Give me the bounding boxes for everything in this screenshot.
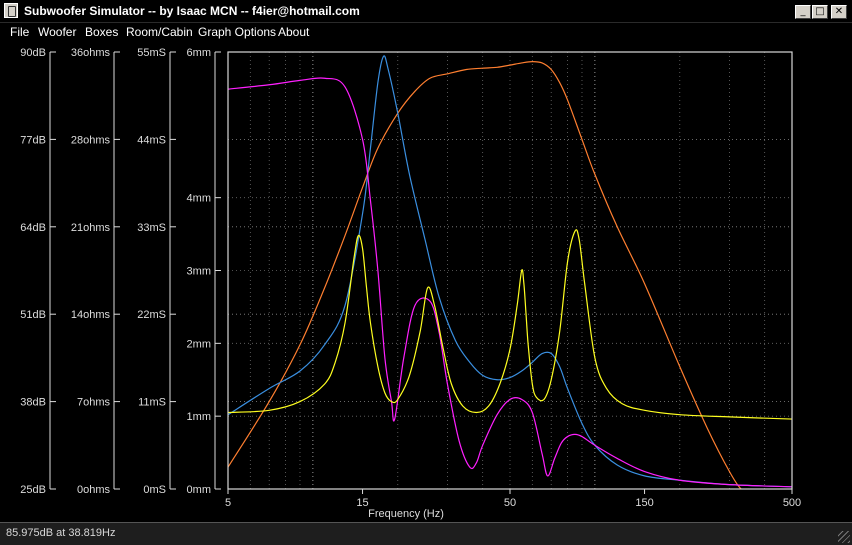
menu-about[interactable]: About: [278, 25, 309, 39]
chart-series: [228, 55, 792, 489]
menu-bar: File Woofer Boxes Room/Cabin Graph Optio…: [0, 23, 852, 41]
response-chart[interactable]: 90dB 77dB 64dB 51dB 38dB 25dB 36ohms 28ohms 21oh…: [0, 41, 852, 522]
menu-woofer[interactable]: Woofer: [38, 25, 76, 39]
x-tick-label: 15: [356, 497, 368, 509]
title-bar: Subwoofer Simulator -- by Isaac MCN -- f…: [0, 0, 852, 23]
axis-label-ohms: 7ohms: [77, 397, 111, 409]
axis-label-ohms: 0ohms: [77, 484, 111, 496]
menu-room-cabin[interactable]: Room/Cabin: [126, 25, 193, 39]
menu-file[interactable]: File: [10, 25, 29, 39]
x-axis-label: Frequency (Hz): [368, 508, 444, 520]
axis-label-db: 90dB: [20, 47, 46, 59]
axis-label-ohms: 14ohms: [71, 309, 111, 321]
x-tick-label: 50: [504, 497, 516, 509]
axis-label-ohms: 36ohms: [71, 47, 111, 59]
axis-label-ms: 44mS: [137, 134, 166, 146]
menu-boxes[interactable]: Boxes: [85, 25, 118, 39]
axis-label-ms: 33mS: [137, 222, 166, 234]
axis-label-ohms: 21ohms: [71, 222, 111, 234]
close-button[interactable]: ✕: [831, 5, 847, 19]
window-title: Subwoofer Simulator -- by Isaac MCN -- f…: [24, 4, 360, 18]
axis-label-db: 77dB: [20, 134, 46, 146]
app-icon[interactable]: [4, 3, 18, 18]
resize-grip-icon[interactable]: [838, 531, 850, 543]
app-window: Subwoofer Simulator -- by Isaac MCN -- f…: [0, 0, 852, 545]
x-tick-label: 500: [783, 497, 801, 509]
x-tick-label: 150: [635, 497, 653, 509]
axis-label-mm: 2mm: [187, 338, 211, 350]
axis-label-mm: 6mm: [187, 47, 211, 59]
minimize-button[interactable]: _: [795, 5, 811, 19]
axis-label-db: 25dB: [20, 484, 46, 496]
chart-grid: [228, 52, 792, 489]
axis-label-ohms: 28ohms: [71, 134, 111, 146]
chart-axes: 90dB 77dB 64dB 51dB 38dB 25dB 36ohms 28ohms 21oh…: [20, 47, 801, 509]
axis-label-db: 64dB: [20, 222, 46, 234]
axis-label-db: 38dB: [20, 397, 46, 409]
axis-label-mm: 4mm: [187, 193, 211, 205]
maximize-button[interactable]: □: [812, 5, 828, 19]
axis-label-ms: 22mS: [137, 309, 166, 321]
series-line-1: [228, 61, 749, 489]
axis-label-db: 51dB: [20, 309, 46, 321]
response-graph-area[interactable]: 90dB 77dB 64dB 51dB 38dB 25dB 36ohms 28ohms 21oh…: [0, 41, 852, 522]
axis-label-ms: 11mS: [138, 397, 166, 409]
axis-label-ms: 0mS: [143, 484, 166, 496]
status-readout: 85.975dB at 38.819Hz: [6, 527, 116, 539]
x-tick-label: 5: [225, 497, 231, 509]
menu-graph-options[interactable]: Graph Options: [198, 25, 276, 39]
axis-label-mm: 3mm: [187, 266, 211, 278]
status-bar: 85.975dB at 38.819Hz: [0, 522, 852, 545]
axis-label-mm: 1mm: [187, 411, 211, 423]
axis-label-mm: 0mm: [187, 484, 211, 496]
axis-label-ms: 55mS: [137, 47, 166, 59]
